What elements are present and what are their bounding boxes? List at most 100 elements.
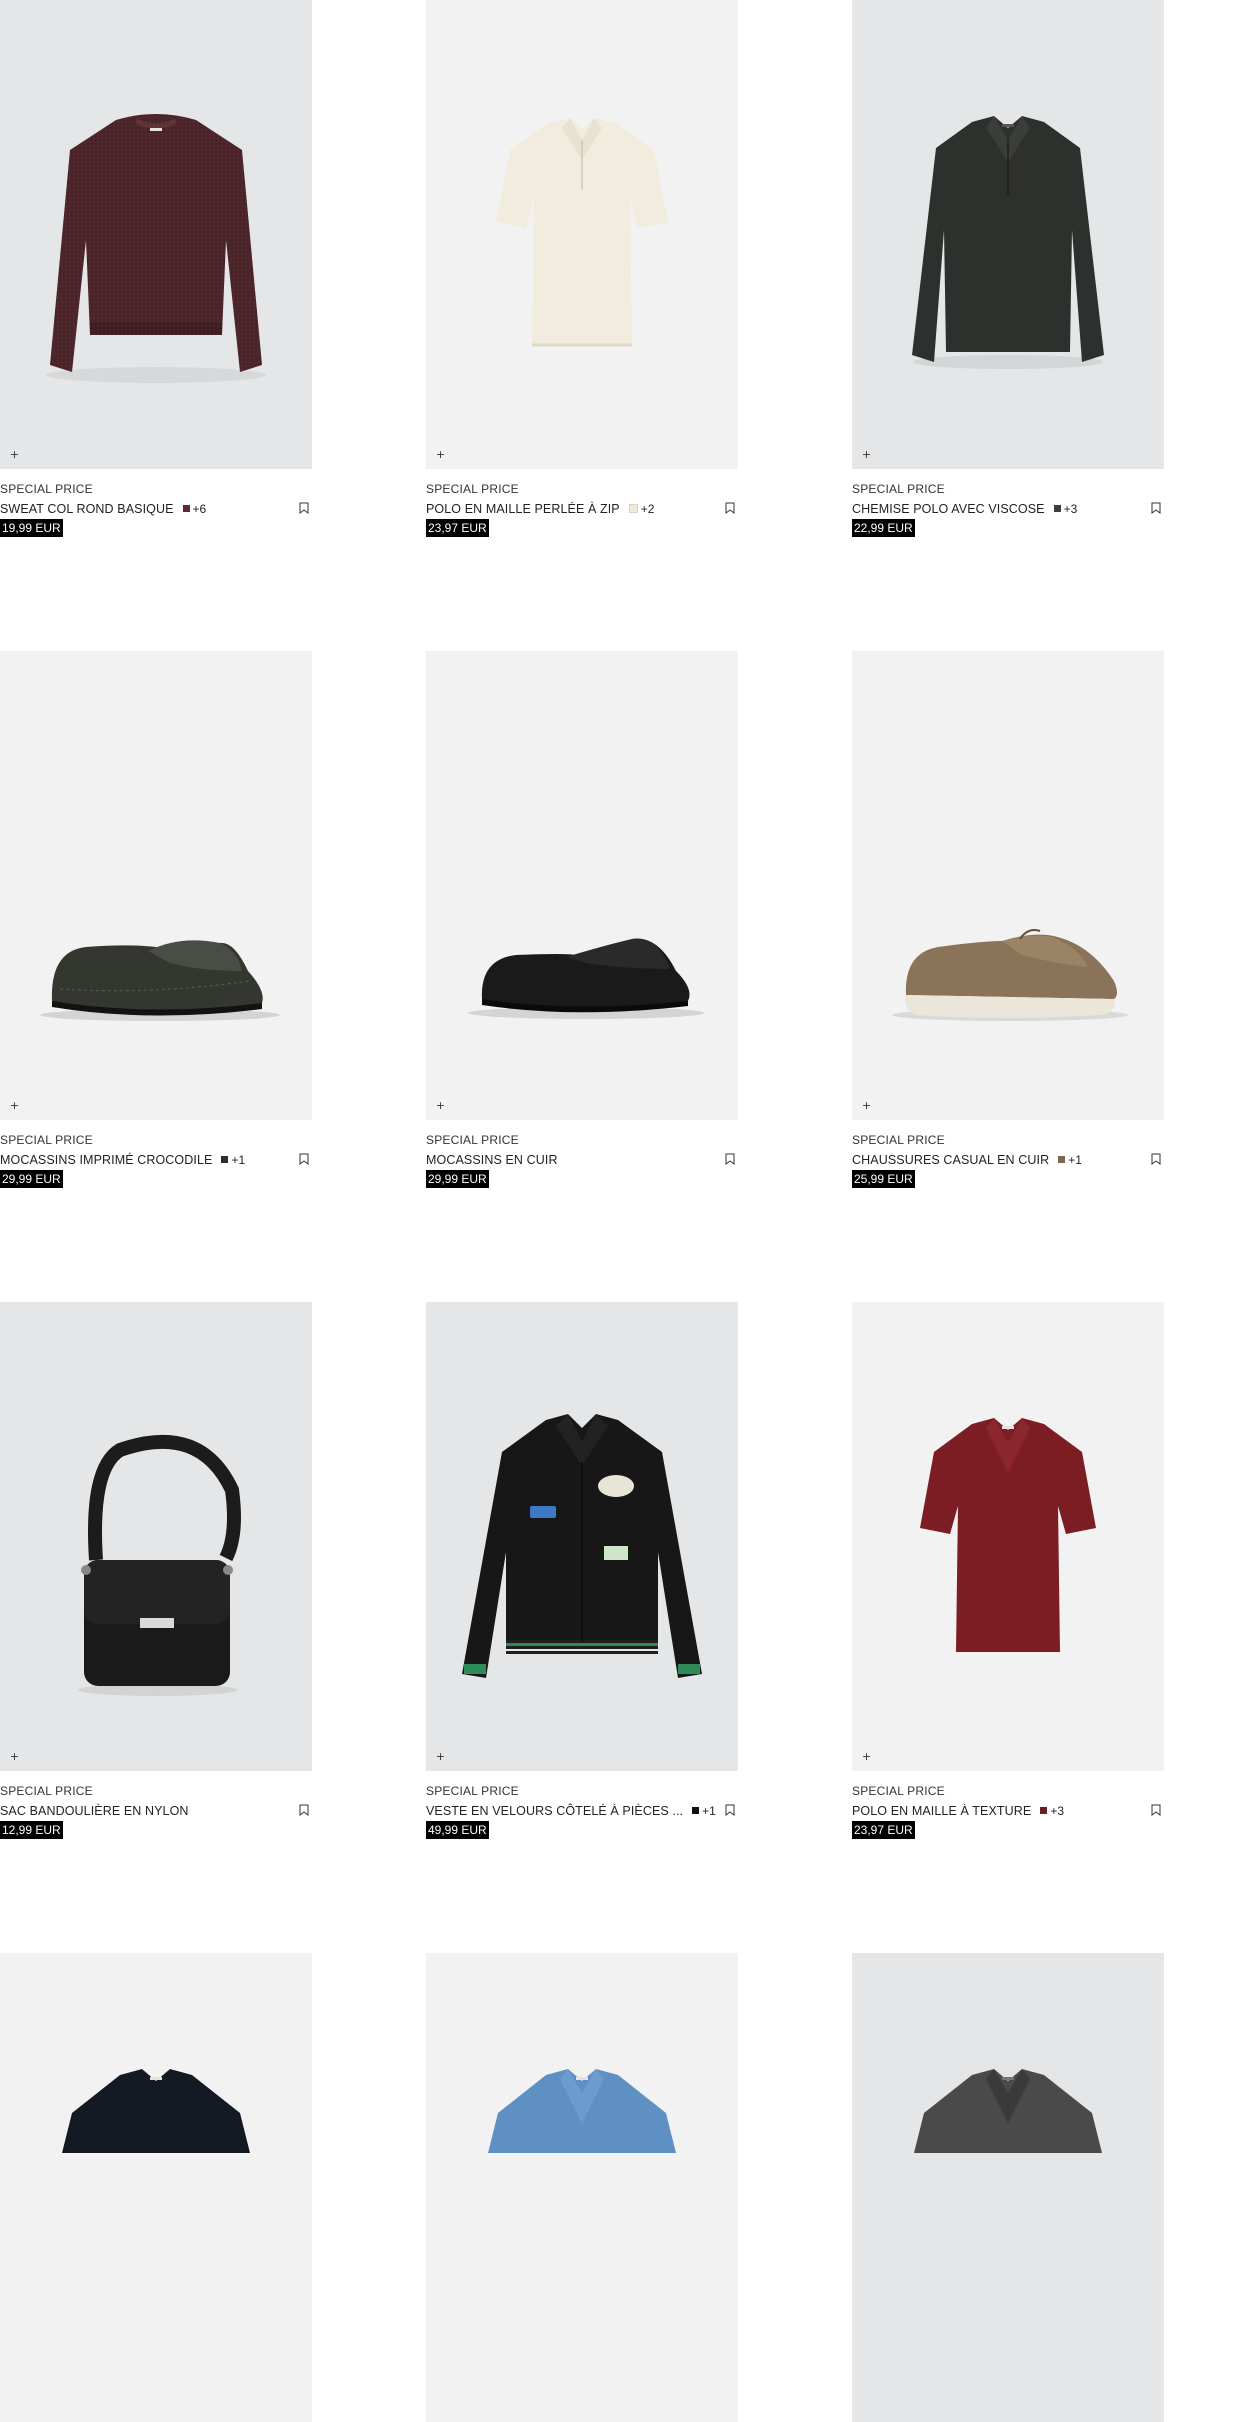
- product-illustration: [62, 2069, 250, 2153]
- product-info: SPECIAL PRICE SAC BANDOULIÈRE EN NYLON 12,…: [0, 1771, 312, 1839]
- product-name[interactable]: POLO EN MAILLE PERLÉE À ZIP: [426, 502, 620, 516]
- quick-add-plus-icon[interactable]: +: [9, 1100, 20, 1111]
- product-info: SPECIAL PRICE POLO EN MAILLE PERLÉE À ZIP…: [426, 469, 738, 537]
- product-illustration: [462, 1414, 702, 1678]
- product-image[interactable]: [852, 1953, 1164, 2422]
- bookmark-icon[interactable]: [1151, 1153, 1161, 1165]
- bookmark-icon[interactable]: [725, 502, 735, 514]
- special-price-tag: SPECIAL PRICE: [852, 482, 945, 496]
- product-price: 25,99 EUR: [852, 1170, 915, 1188]
- bookmark-icon[interactable]: [725, 1153, 735, 1165]
- product-card[interactable]: + SPECIAL PRICE VESTE EN VELOURS CÔTELÉ À …: [426, 1302, 738, 1839]
- bookmark-icon[interactable]: [299, 502, 309, 514]
- product-price: 23,97 EUR: [426, 519, 489, 537]
- product-info: SPECIAL PRICE POLO EN MAILLE À TEXTURE +3 2…: [852, 1771, 1164, 1839]
- product-name[interactable]: MOCASSINS IMPRIMÉ CROCODILE: [0, 1153, 212, 1167]
- product-image[interactable]: +: [426, 0, 738, 469]
- bookmark-icon[interactable]: [299, 1804, 309, 1816]
- color-swatch[interactable]: [692, 1807, 700, 1814]
- special-price-tag: SPECIAL PRICE: [426, 1133, 519, 1147]
- product-name-row: VESTE EN VELOURS CÔTELÉ À PIÈCES ... +1: [426, 1801, 738, 1820]
- more-colors-count[interactable]: +2: [641, 502, 655, 516]
- product-name[interactable]: CHAUSSURES CASUAL EN CUIR: [852, 1153, 1049, 1167]
- special-price-tag: SPECIAL PRICE: [0, 1784, 93, 1798]
- more-colors-count[interactable]: +3: [1064, 502, 1078, 516]
- product-image[interactable]: [0, 1953, 312, 2422]
- product-illustration: [920, 1418, 1096, 1652]
- product-price: 23,97 EUR: [852, 1821, 915, 1839]
- product-name[interactable]: SWEAT COL ROND BASIQUE: [0, 502, 174, 516]
- product-info: SPECIAL PRICE CHAUSSURES CASUAL EN CUIR +1…: [852, 1120, 1164, 1188]
- product-image[interactable]: +: [852, 1302, 1164, 1771]
- product-image[interactable]: +: [426, 651, 738, 1120]
- product-card[interactable]: + SPECIAL PRICE SWEAT COL ROND BASIQUE +6 19…: [0, 0, 312, 537]
- quick-add-plus-icon[interactable]: +: [861, 1751, 872, 1762]
- product-name[interactable]: VESTE EN VELOURS CÔTELÉ À PIÈCES ...: [426, 1804, 683, 1818]
- color-swatch[interactable]: [628, 504, 638, 513]
- product-card[interactable]: + SPECIAL PRICE MOCASSINS EN CUIR 29,99 EUR: [426, 651, 738, 1188]
- product-price: 29,99 EUR: [426, 1170, 489, 1188]
- color-swatch[interactable]: [221, 1156, 229, 1163]
- color-swatch[interactable]: [1053, 505, 1061, 512]
- product-card[interactable]: [852, 1953, 1164, 2422]
- product-price: 29,99 EUR: [0, 1170, 63, 1188]
- product-image[interactable]: +: [0, 0, 312, 469]
- product-name-row: CHEMISE POLO AVEC VISCOSE +3: [852, 499, 1164, 518]
- product-illustration: [914, 2069, 1102, 2153]
- quick-add-plus-icon[interactable]: +: [435, 1751, 446, 1762]
- product-name-row: MOCASSINS EN CUIR: [426, 1150, 738, 1169]
- product-image[interactable]: [426, 1953, 738, 2422]
- more-colors-count[interactable]: +1: [231, 1153, 245, 1167]
- color-swatch[interactable]: [182, 505, 190, 512]
- product-image[interactable]: +: [0, 1302, 312, 1771]
- special-price-tag: SPECIAL PRICE: [852, 1133, 945, 1147]
- product-illustration: [488, 2069, 676, 2153]
- product-name[interactable]: CHEMISE POLO AVEC VISCOSE: [852, 502, 1045, 516]
- product-card[interactable]: + SPECIAL PRICE POLO EN MAILLE PERLÉE À ZI…: [426, 0, 738, 537]
- quick-add-plus-icon[interactable]: +: [861, 1100, 872, 1111]
- product-price: 22,99 EUR: [852, 519, 915, 537]
- product-image[interactable]: +: [426, 1302, 738, 1771]
- color-swatch[interactable]: [1058, 1156, 1066, 1163]
- product-card[interactable]: + SPECIAL PRICE CHEMISE POLO AVEC VISCOSE +…: [852, 0, 1164, 537]
- special-price-tag: SPECIAL PRICE: [426, 1784, 519, 1798]
- product-name[interactable]: SAC BANDOULIÈRE EN NYLON: [0, 1804, 189, 1818]
- more-colors-count[interactable]: +6: [193, 502, 207, 516]
- special-price-tag: SPECIAL PRICE: [0, 1133, 93, 1147]
- quick-add-plus-icon[interactable]: +: [9, 449, 20, 460]
- product-info: SPECIAL PRICE MOCASSINS EN CUIR 29,99 EUR: [426, 1120, 738, 1188]
- bookmark-icon[interactable]: [1151, 1804, 1161, 1816]
- product-image[interactable]: +: [0, 651, 312, 1120]
- quick-add-plus-icon[interactable]: +: [861, 449, 872, 460]
- quick-add-plus-icon[interactable]: +: [435, 1100, 446, 1111]
- product-card[interactable]: + SPECIAL PRICE POLO EN MAILLE À TEXTURE +3…: [852, 1302, 1164, 1839]
- bookmark-icon[interactable]: [725, 1804, 735, 1816]
- color-swatch[interactable]: [1040, 1807, 1048, 1814]
- product-name[interactable]: POLO EN MAILLE À TEXTURE: [852, 1804, 1031, 1818]
- product-price: 19,99 EUR: [0, 519, 63, 537]
- product-price: 49,99 EUR: [426, 1821, 489, 1839]
- product-name-row: MOCASSINS IMPRIMÉ CROCODILE +1: [0, 1150, 312, 1169]
- product-name-row: CHAUSSURES CASUAL EN CUIR +1: [852, 1150, 1164, 1169]
- product-info: SPECIAL PRICE VESTE EN VELOURS CÔTELÉ À P…: [426, 1771, 738, 1839]
- quick-add-plus-icon[interactable]: +: [435, 449, 446, 460]
- more-colors-count[interactable]: +1: [702, 1804, 716, 1818]
- product-grid: + SPECIAL PRICE SWEAT COL ROND BASIQUE +6 19…: [0, 0, 1250, 2422]
- product-card[interactable]: + SPECIAL PRICE SAC BANDOULIÈRE EN NYLON 12…: [0, 1302, 312, 1839]
- product-card[interactable]: [0, 1953, 312, 2422]
- product-image[interactable]: +: [852, 0, 1164, 469]
- product-price: 12,99 EUR: [0, 1821, 63, 1839]
- quick-add-plus-icon[interactable]: +: [9, 1751, 20, 1762]
- product-image[interactable]: +: [852, 651, 1164, 1120]
- product-name-row: POLO EN MAILLE À TEXTURE +3: [852, 1801, 1164, 1820]
- product-name-row: SWEAT COL ROND BASIQUE +6: [0, 499, 312, 518]
- more-colors-count[interactable]: +3: [1050, 1804, 1064, 1818]
- bookmark-icon[interactable]: [1151, 502, 1161, 514]
- product-illustration: [496, 118, 668, 347]
- product-card[interactable]: [426, 1953, 738, 2422]
- product-card[interactable]: + SPECIAL PRICE MOCASSINS IMPRIMÉ CROCODIL…: [0, 651, 312, 1188]
- more-colors-count[interactable]: +1: [1068, 1153, 1082, 1167]
- product-card[interactable]: + SPECIAL PRICE CHAUSSURES CASUAL EN CUIR +…: [852, 651, 1164, 1188]
- product-name[interactable]: MOCASSINS EN CUIR: [426, 1153, 558, 1167]
- bookmark-icon[interactable]: [299, 1153, 309, 1165]
